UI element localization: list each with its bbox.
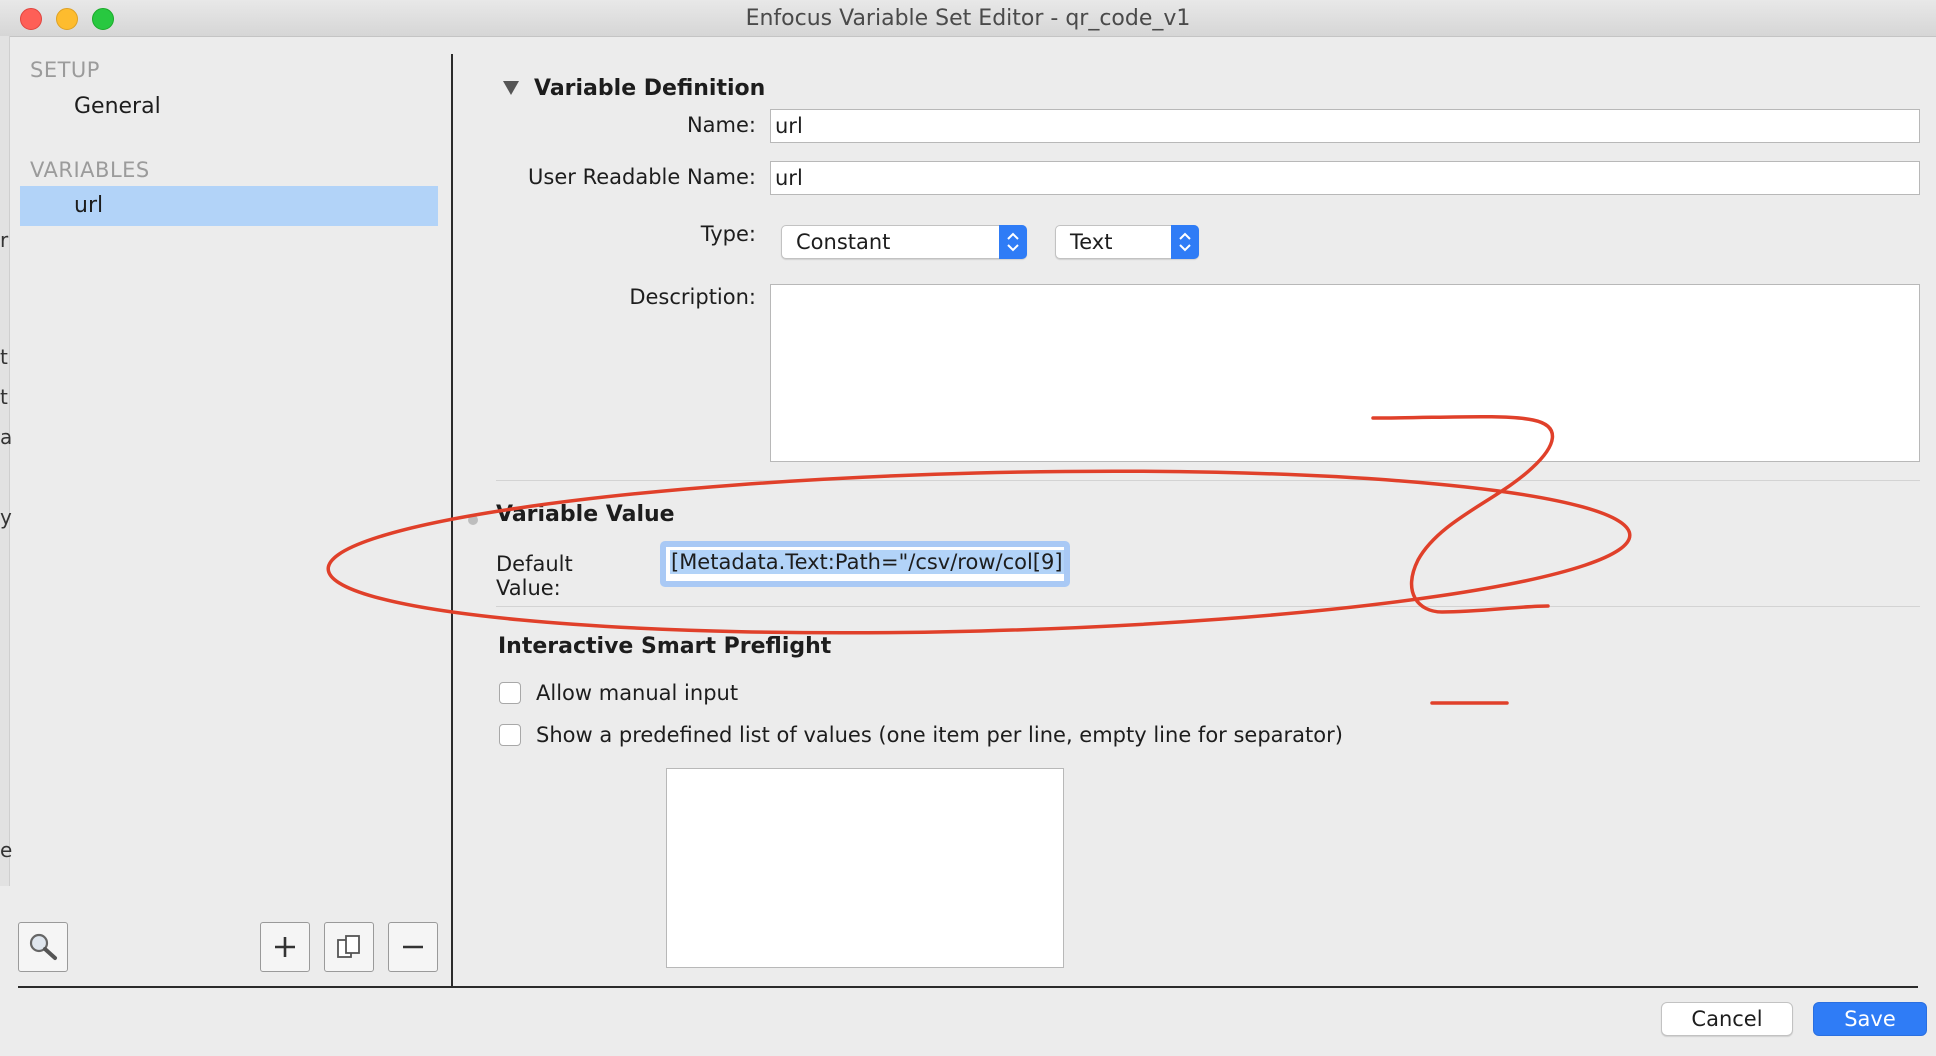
annotation-ellipse [326, 469, 1632, 635]
annotation-overlay [326, 414, 1632, 705]
annotation-number-2 [1371, 414, 1555, 614]
